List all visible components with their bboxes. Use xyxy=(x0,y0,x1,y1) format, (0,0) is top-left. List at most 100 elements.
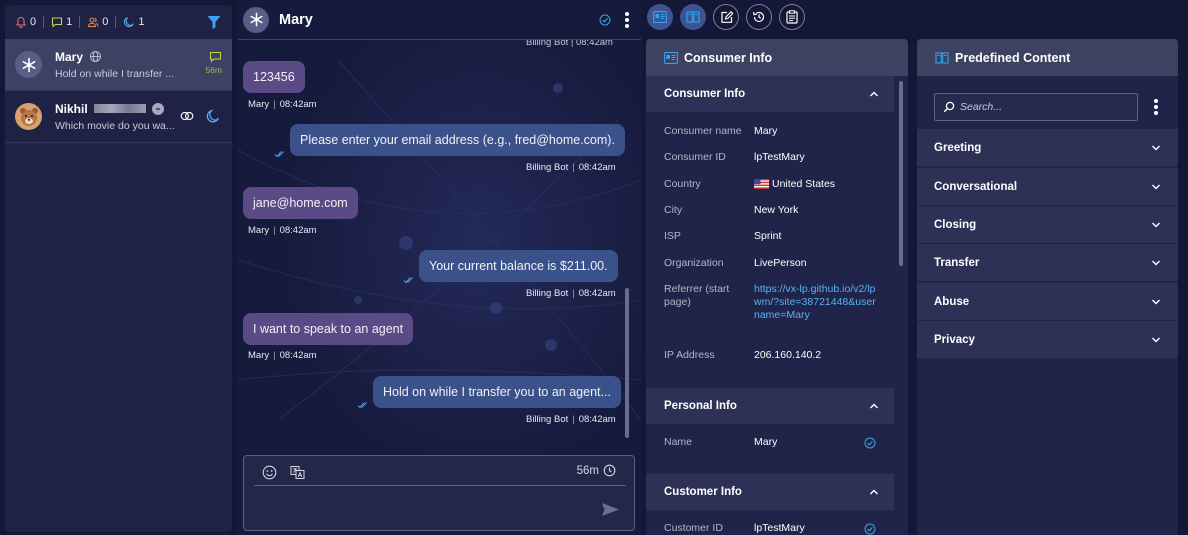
snowflake-icon xyxy=(22,57,35,72)
field-value: 206.160.140.2 xyxy=(754,349,822,361)
message-composer[interactable]: 56m xyxy=(243,455,635,531)
field-value: Sprint xyxy=(754,230,782,242)
status-dot-icon xyxy=(151,102,164,115)
message-meta: Billing Bot | 08:42am xyxy=(526,162,616,173)
notes-icon xyxy=(720,10,733,23)
chevron-down-icon xyxy=(1152,260,1160,266)
alerts-count: 0 xyxy=(30,16,37,28)
field-label: City xyxy=(664,204,683,216)
section-header-consumer-info[interactable]: Consumer Info xyxy=(646,76,894,112)
chevron-down-icon xyxy=(1152,299,1160,305)
timer-value: 56m xyxy=(576,464,599,477)
message-meta: Mary | 08:42am xyxy=(248,99,317,110)
consumer-info-button[interactable] xyxy=(647,4,673,30)
chat-scrollbar[interactable] xyxy=(625,288,629,438)
country-name: United States xyxy=(772,178,836,190)
conversation-time: 56m xyxy=(205,65,222,75)
conversation-item-mary[interactable]: Mary Hold on while I transfer ... 56m xyxy=(5,39,232,91)
message-bubble-bot: Hold on while I transfer you to an agent… xyxy=(373,376,621,408)
avatar xyxy=(15,103,42,130)
panel-title: Consumer Info xyxy=(684,50,773,65)
section-title: Consumer Info xyxy=(664,88,746,100)
chat-panel: Mary Billing Bot | 08:42am 123456 Mary | 0… xyxy=(238,0,641,535)
referrer-link[interactable]: https://vx-lp.github.io/v2/lpwm/?site=38… xyxy=(754,283,876,322)
history-button[interactable] xyxy=(746,4,772,30)
panel-title: Predefined Content xyxy=(955,50,1071,65)
away-count: 1 xyxy=(138,16,145,28)
conversation-preview: Hold on while I transfer ... xyxy=(55,67,175,80)
link-rings-icon xyxy=(180,111,194,121)
field-value: lpTestMary xyxy=(754,522,805,534)
send-icon[interactable] xyxy=(601,502,620,517)
section-header-personal-info[interactable]: Personal Info xyxy=(646,388,894,424)
notes-button[interactable] xyxy=(713,4,739,30)
field-label: Name xyxy=(664,436,693,448)
chevron-up-icon xyxy=(870,403,878,409)
divider xyxy=(115,16,117,28)
chat-title: Mary xyxy=(279,11,313,28)
message-bubble-consumer: I want to speak to an agent xyxy=(243,313,414,345)
snowflake-icon xyxy=(250,12,263,27)
avatar xyxy=(243,6,269,33)
verified-check-icon xyxy=(864,437,876,449)
search-box xyxy=(934,93,1138,121)
bear-icon xyxy=(19,107,38,126)
clipboard-button[interactable] xyxy=(779,4,805,30)
message-bubble-bot: Please enter your email address (e.g., f… xyxy=(290,124,625,156)
search-input[interactable] xyxy=(960,101,1130,113)
category-transfer[interactable]: Transfer xyxy=(917,244,1178,281)
conversation-name: Nikhil xyxy=(55,101,88,116)
category-closing[interactable]: Closing xyxy=(917,206,1178,243)
verified-check-icon xyxy=(599,14,611,26)
verified-check-icon xyxy=(864,523,876,535)
category-label: Closing xyxy=(934,218,977,231)
field-value-country: United States xyxy=(754,178,835,191)
category-privacy[interactable]: Privacy xyxy=(917,321,1178,358)
predefined-content-icon xyxy=(686,11,700,23)
consumer-info-panel: Consumer Info Consumer Info Consumer nam… xyxy=(646,39,908,535)
consumer-info-icon xyxy=(664,51,678,64)
redacted-surname xyxy=(93,104,146,113)
chevron-down-icon xyxy=(1152,145,1160,151)
category-conversational[interactable]: Conversational xyxy=(917,168,1178,205)
field-label: Country xyxy=(664,178,701,190)
field-value: New York xyxy=(754,204,799,216)
filter-icon[interactable] xyxy=(206,14,222,30)
consumer-info-scrollbar[interactable] xyxy=(899,81,903,266)
chat-menu-button[interactable] xyxy=(625,12,629,28)
message-bubble-consumer: jane@home.com xyxy=(243,187,358,219)
status-counters: 0 1 0 1 xyxy=(5,5,232,39)
predefined-content-icon xyxy=(935,51,949,64)
section-header-customer-info[interactable]: Customer Info xyxy=(646,474,894,510)
chat-icon xyxy=(52,17,63,28)
chevron-down-icon xyxy=(1152,222,1160,228)
field-label: Organization xyxy=(664,257,724,269)
category-greeting[interactable]: Greeting xyxy=(917,129,1178,166)
users-counter[interactable]: 0 xyxy=(87,16,108,28)
category-abuse[interactable]: Abuse xyxy=(917,283,1178,320)
chevron-down-icon xyxy=(1152,337,1160,343)
alerts-counter[interactable]: 0 xyxy=(15,16,36,28)
moon-icon xyxy=(206,109,219,123)
users-icon xyxy=(88,17,99,28)
composer-divider xyxy=(254,485,626,486)
conversation-timer: 56m xyxy=(577,464,616,477)
predefined-menu-button[interactable] xyxy=(1154,99,1158,115)
clock-icon xyxy=(603,464,616,477)
read-receipt-icon xyxy=(274,151,284,158)
message-bubble-consumer: 123456 xyxy=(243,61,305,93)
predefined-content-button[interactable] xyxy=(680,4,706,30)
field-value: Mary xyxy=(754,436,778,448)
away-counter[interactable]: 1 xyxy=(123,16,145,28)
message-bubble-bot: Your current balance is $211.00. xyxy=(419,250,618,282)
open-chats-counter[interactable]: 1 xyxy=(51,16,72,28)
chevron-up-icon xyxy=(870,489,878,495)
emoji-icon[interactable] xyxy=(262,465,277,480)
read-receipt-icon xyxy=(403,277,413,284)
field-label: Customer ID xyxy=(664,522,723,534)
translate-icon[interactable] xyxy=(290,465,305,480)
moon-icon xyxy=(124,17,135,28)
conversation-item-nikhil[interactable]: Nikhil Which movie do you wa... xyxy=(5,91,232,143)
read-receipt-icon xyxy=(357,402,367,409)
chat-header: Mary xyxy=(238,0,641,40)
